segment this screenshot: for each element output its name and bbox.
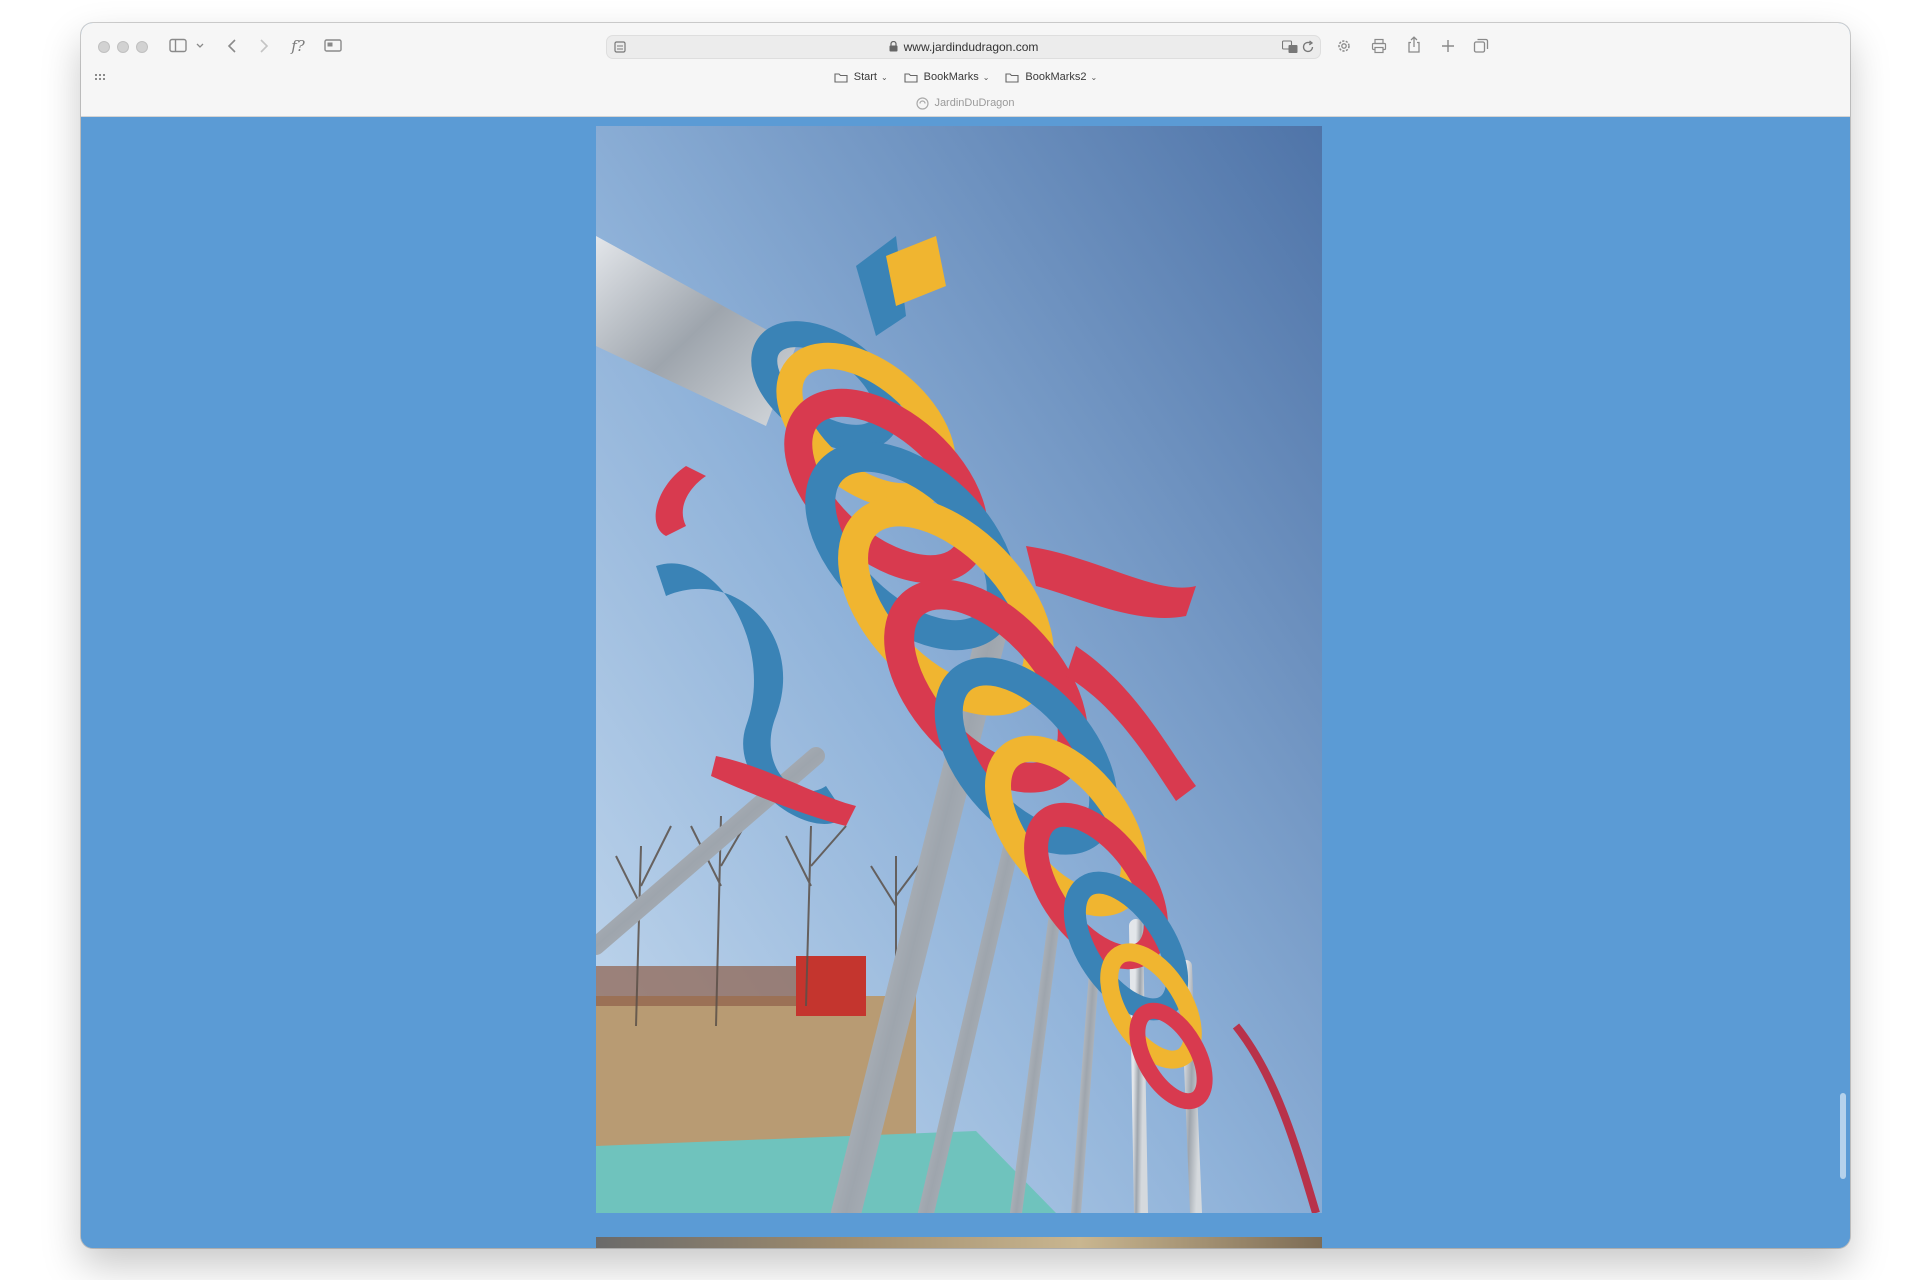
- sidebar-toggle-button[interactable]: [169, 36, 205, 56]
- minimize-window-button[interactable]: [117, 41, 129, 53]
- photo-illustration: [596, 126, 1322, 1213]
- bookmark-label: BookMarks2: [1025, 71, 1087, 83]
- browser-window: f? www.jardindudragon.com Start ⌄ BookMa…: [81, 23, 1850, 1248]
- site-favicon-icon: [916, 96, 930, 110]
- dragon-sculpture-photo: [596, 126, 1322, 1213]
- gear-icon: [1338, 40, 1350, 52]
- screen-icon: [324, 39, 342, 52]
- url-display: www.jardindudragon.com: [607, 40, 1320, 54]
- folder-icon: [1005, 72, 1019, 83]
- settings-button[interactable]: [1334, 36, 1354, 56]
- tab-active[interactable]: JardinDuDragon: [81, 93, 1850, 113]
- chevron-right-icon: [260, 39, 269, 53]
- address-bar[interactable]: www.jardindudragon.com: [606, 35, 1321, 59]
- chevron-down-icon: ⌄: [982, 72, 990, 82]
- bookmark-label: Start: [853, 71, 877, 83]
- sidebar-icon: [169, 38, 204, 53]
- print-icon: [1371, 38, 1387, 54]
- tabs-overview-icon: [1473, 38, 1489, 53]
- share-button[interactable]: [1404, 35, 1424, 55]
- chevron-down-icon: ⌄: [880, 72, 888, 82]
- forward-button[interactable]: [255, 36, 273, 56]
- reload-icon[interactable]: [1301, 40, 1315, 54]
- vertical-scrollbar[interactable]: [1840, 1093, 1846, 1179]
- share-icon: [1408, 36, 1420, 53]
- bookmark-folder-bookmarks2[interactable]: BookMarks2 ⌄: [1005, 68, 1097, 86]
- print-button[interactable]: [1369, 36, 1389, 56]
- screen-button[interactable]: [323, 36, 343, 56]
- zoom-window-button[interactable]: [136, 41, 148, 53]
- chevron-down-icon: ⌄: [1090, 72, 1098, 82]
- bookmark-folder-bookmarks[interactable]: BookMarks ⌄: [904, 68, 990, 86]
- bookmark-label: BookMarks: [923, 71, 979, 83]
- folder-icon: [834, 72, 848, 83]
- tab-title: JardinDuDragon: [934, 97, 1015, 109]
- formula-icon: f?: [291, 37, 305, 55]
- chevron-left-icon: [227, 39, 236, 53]
- back-button[interactable]: [223, 36, 241, 56]
- lock-icon: [889, 41, 898, 52]
- next-photo-edge: [596, 1237, 1322, 1248]
- bookmarks-bar: Start ⌄ BookMarks ⌄ BookMarks2 ⌄: [81, 68, 1850, 86]
- translate-icon[interactable]: [1282, 40, 1298, 54]
- folder-icon: [904, 72, 918, 83]
- browser-toolbar: f? www.jardindudragon.com Start ⌄ BookMa…: [81, 23, 1850, 117]
- url-text: www.jardindudragon.com: [903, 40, 1039, 54]
- close-window-button[interactable]: [98, 41, 110, 53]
- page-content: [81, 117, 1850, 1248]
- bookmark-folder-start[interactable]: Start ⌄: [834, 68, 888, 86]
- new-tab-button[interactable]: [1438, 36, 1458, 56]
- tab-overview-button[interactable]: [1471, 36, 1491, 56]
- plus-icon: [1442, 40, 1454, 52]
- window-controls: [98, 41, 148, 53]
- formula-button[interactable]: f?: [287, 35, 309, 57]
